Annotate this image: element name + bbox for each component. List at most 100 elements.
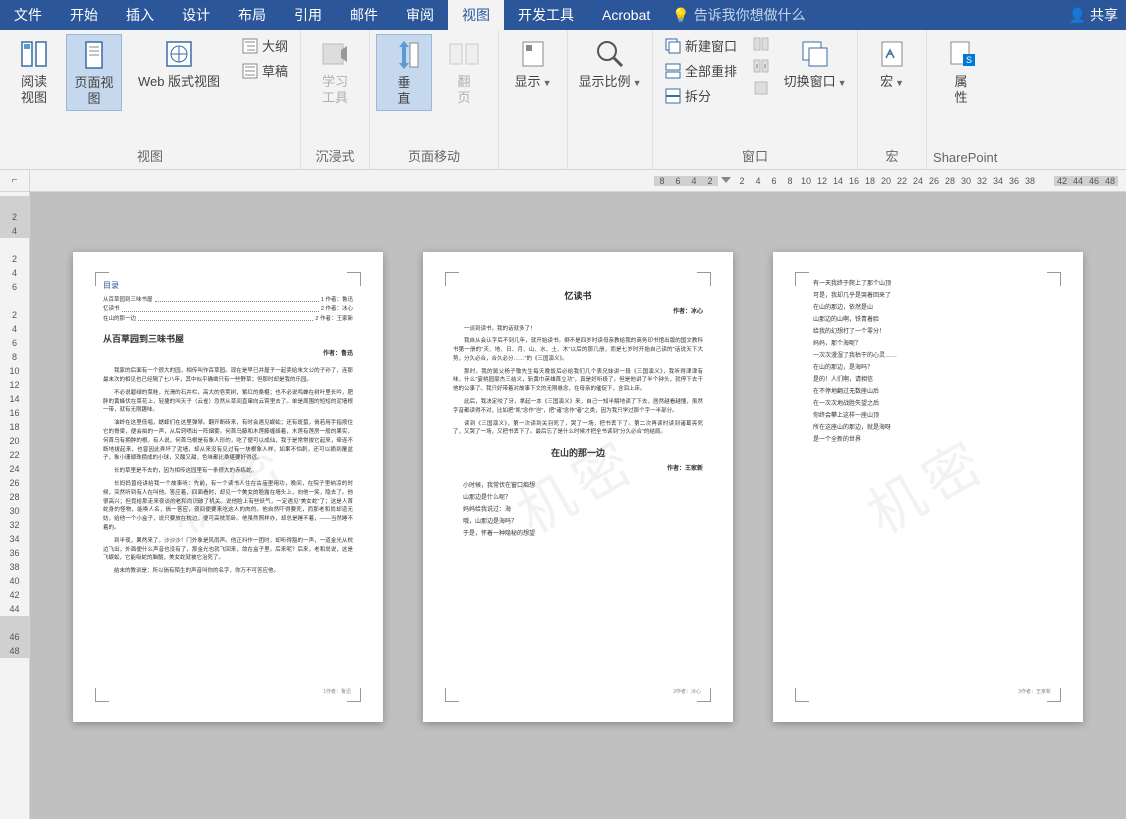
switch-windows-button[interactable]: 切换窗口▼ [779,34,851,94]
bulb-icon: 💡 [672,7,689,24]
macros-button[interactable]: 宏▼ [864,34,920,94]
draft-button[interactable]: 草稿 [236,59,294,82]
group-page-movement-label: 页面移动 [376,144,492,167]
web-layout-button[interactable]: Web 版式视图 [126,34,232,94]
tab-layout[interactable]: 布局 [224,0,280,30]
doc-heading: 在山的那一边 [453,447,703,461]
doc-paragraph: 妈妈给我说过：海 [453,506,703,515]
web-layout-label: Web 版式视图 [138,74,220,90]
doc-paragraph: 所在这座山的那边，就是海呀 [803,424,1053,433]
horizontal-ruler[interactable]: 8642246810121416182022242628303234363842… [30,170,1126,192]
doc-paragraph: 长妈妈曾经讲给我一个故事听：先前，有一个读书人住在古庙里用功，晚间，在院子里纳凉… [103,480,353,533]
properties-button[interactable]: S 属性 [933,34,989,109]
learning-tools-button[interactable]: 学习工具 [307,34,363,109]
doc-paragraph: 妈妈，那个海呢？ [803,340,1053,349]
tab-insert[interactable]: 插入 [112,0,168,30]
toc-title: 目录 [103,280,353,292]
group-window: 新建窗口 全部重排 拆分 切换窗口▼ 窗口 [653,30,858,169]
new-window-button[interactable]: 新建窗口 [659,34,743,57]
tab-file[interactable]: 文件 [0,0,56,30]
tab-home[interactable]: 开始 [56,0,112,30]
tell-me-label: 告诉我你想做什么 [694,5,806,25]
tell-me-search[interactable]: 💡 告诉我你想做什么 [672,5,805,25]
group-window-label: 窗口 [659,144,851,167]
ribbon: 阅读视图 页面视图 Web 版式视图 大纲 草稿 视图 [0,30,1126,170]
svg-text:S: S [966,55,972,65]
page-footer: 1作者：鲁迅 [323,689,351,697]
reset-window-button[interactable] [747,78,775,98]
group-views-label: 视图 [6,144,294,167]
new-window-label: 新建窗口 [685,36,737,55]
group-page-movement: 垂直 翻页 页面移动 [370,30,499,169]
group-show-label [505,163,561,167]
chevron-down-icon: ▼ [895,78,904,88]
ruler-corner: ⌐ [0,170,30,192]
doc-paragraph: 油蛉在这里低唱，蟋蟀们在这里弹琴。翻开断砖来，有时会遇见蜈蚣；还有斑蝥，倘若用手… [103,419,353,463]
tab-view[interactable]: 视图 [448,0,504,30]
zoom-button[interactable]: 显示比例▼ [574,34,646,94]
workspace: 2424624681012141618202224262830323436384… [0,192,1126,819]
doc-paragraph: 可是，我却几乎是哭着回来了 [803,292,1053,301]
page-2: 机密 忆读书 作者：冰心 一谈到读书，我的话就多了！我自从会认字后不到几年，就开… [423,252,733,722]
doc-author: 作者：冰心 [453,308,703,317]
doc-paragraph: 此后，我决定咬了牙，拿起一本《三国演义》来，自己一知半解地读了下去，居然越看越懂… [453,398,703,416]
doc-author: 作者：鲁迅 [103,350,353,359]
menu-bar: 文件 开始 插入 设计 布局 引用 邮件 审阅 视图 开发工具 Acrobat … [0,0,1126,30]
toc-entry[interactable]: 在山的那一边2 作者：王家新 [103,315,353,323]
chevron-down-icon: ▼ [838,78,847,88]
tab-references[interactable]: 引用 [280,0,336,30]
vertical-button[interactable]: 垂直 [376,34,432,111]
toc-entry[interactable]: 从百草园到三味书屋1 作者：鲁迅 [103,296,353,304]
page-footer: 3作者：王家新 [1018,689,1051,697]
vertical-ruler[interactable]: 2424624681012141618202224262830323436384… [0,192,30,819]
print-layout-label: 页面视图 [69,75,119,106]
tab-review[interactable]: 审阅 [392,0,448,30]
person-icon: 👤 [1069,7,1086,24]
zoom-label: 显示比例 [579,74,631,89]
side-to-side-button[interactable]: 翻页 [436,34,492,109]
view-side-by-side-button[interactable] [747,34,775,54]
doc-paragraph: 于是，怀着一种隐秘的想望 [453,530,703,539]
page-1: 机密 目录 从百草园到三味书屋1 作者：鲁迅忆读书2 作者：冰心在山的那一边2 … [73,252,383,722]
tab-mailings[interactable]: 邮件 [336,0,392,30]
group-zoom-label [574,163,646,167]
reading-view-button[interactable]: 阅读视图 [6,34,62,109]
doc-paragraph: 是的！人们啊，请相信 [803,376,1053,385]
split-label: 拆分 [685,86,711,105]
show-label: 显示 [515,74,541,89]
show-button[interactable]: 显示▼ [505,34,561,94]
doc-heading: 忆读书 [453,290,703,304]
group-zoom: 显示比例▼ [568,30,653,169]
print-layout-button[interactable]: 页面视图 [66,34,122,111]
arrange-all-button[interactable]: 全部重排 [659,59,743,82]
draft-label: 草稿 [262,61,288,80]
doc-paragraph: 给我的幻想打了一个零分！ [803,328,1053,337]
doc-paragraph: 山那边的山啊，铁青着脸 [803,316,1053,325]
toc-entry[interactable]: 忆读书2 作者：冰心 [103,305,353,313]
doc-paragraph: 读到《三国演义》，第一次读到关羽死了，哭了一场，把书丢下了。第二次再读时读到诸葛… [453,420,703,438]
outline-label: 大纲 [262,36,288,55]
doc-paragraph: 一谈到读书，我的话就多了！ [453,325,703,334]
page-footer: 2作者：冰心 [673,689,701,697]
chevron-down-icon: ▼ [633,78,642,88]
doc-paragraph: 有一天我终于爬上了那个山顶 [803,280,1053,289]
doc-paragraph: 结末的教训是：所以倘有陌生的声音叫你的名字，你万不可答应他。 [103,567,353,576]
tab-developer[interactable]: 开发工具 [504,0,588,30]
reading-view-label: 阅读视图 [21,74,47,105]
sync-scroll-button[interactable] [747,56,775,76]
doc-paragraph: 在山的那边，是海吗？ [803,364,1053,373]
tab-design[interactable]: 设计 [168,0,224,30]
document-canvas[interactable]: 机密 目录 从百草园到三味书屋1 作者：鲁迅忆读书2 作者：冰心在山的那一边2 … [30,192,1126,819]
outline-button[interactable]: 大纲 [236,34,294,57]
group-macros: 宏▼ 宏 [858,30,927,169]
doc-paragraph: 小时候，我常伏在窗口痴想 [453,482,703,491]
group-sharepoint: S 属性 SharePoint [927,30,1003,169]
ruler-strip: ⌐ 86422468101214161820222426283032343638… [0,170,1126,192]
group-macros-label: 宏 [864,144,920,167]
doc-paragraph: 是一个全新的世界 [803,436,1053,445]
doc-paragraph: 我家的后面有一个很大的园，相传叫作百草园。现在是早已并屋子一起卖给朱文公的子孙了… [103,367,353,385]
share-button[interactable]: 👤 共享 [1069,5,1118,25]
group-show: 显示▼ [499,30,568,169]
tab-acrobat[interactable]: Acrobat [588,0,664,30]
split-button[interactable]: 拆分 [659,84,743,107]
